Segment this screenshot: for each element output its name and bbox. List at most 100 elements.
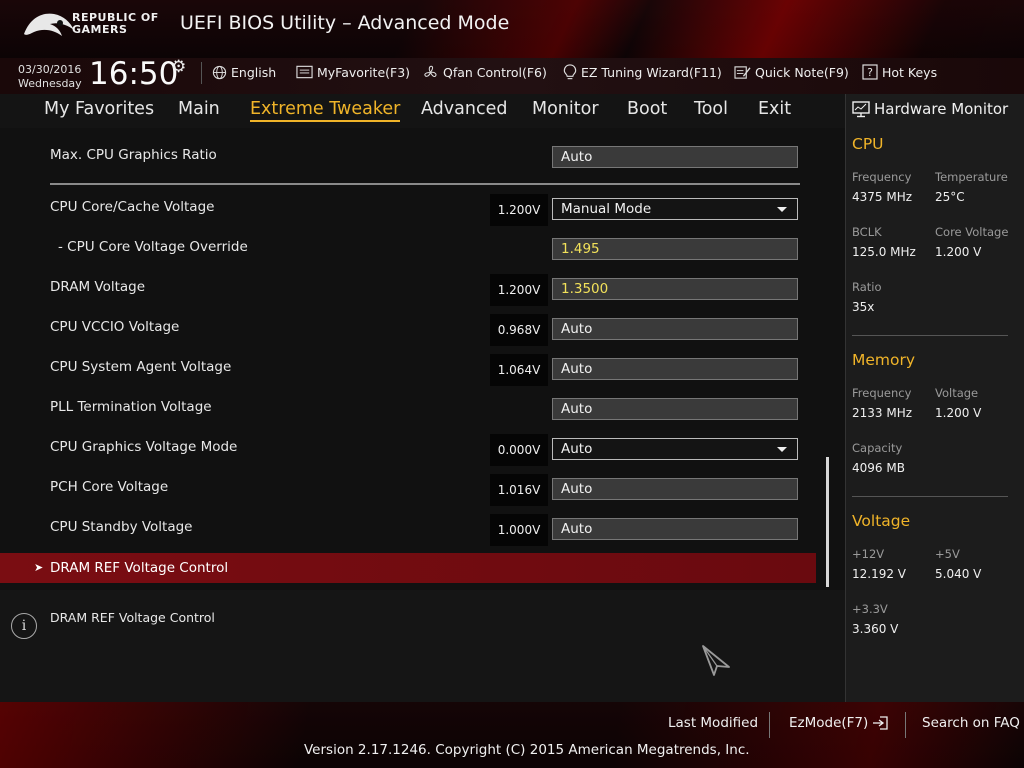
separator [201, 62, 202, 84]
brand-line-2: GAMERS [72, 23, 128, 36]
my-favorite-button[interactable]: MyFavorite(F3) [296, 63, 410, 81]
qfan-control-button[interactable]: Qfan Control(F6) [422, 63, 547, 81]
hw-separator [852, 496, 1008, 497]
clock-display: 16:50 [89, 56, 179, 92]
dram-voltage-input[interactable]: 1.3500 [552, 278, 798, 300]
setting-label-pll-termination-voltage: PLL Termination Voltage [50, 399, 212, 415]
qfan-label: Qfan Control(F6) [443, 64, 547, 80]
dropdown-selected-value: Auto [561, 441, 593, 457]
cpu-standby-voltage-reading: 1.000V [490, 514, 548, 546]
tab-monitor[interactable]: Monitor [532, 99, 599, 119]
globe-icon [212, 65, 227, 79]
chevron-down-icon [777, 447, 787, 452]
cpu-vccio-voltage-reading: 0.968V [490, 314, 548, 346]
ez-mode-label: EzMode(F7) [789, 715, 869, 731]
ez-tuning-wizard-button[interactable]: EZ Tuning Wizard(F11) [563, 63, 722, 81]
favorite-list-icon [296, 65, 313, 79]
hot-keys-label: Hot Keys [882, 64, 938, 80]
info-icon: i [11, 613, 37, 639]
settings-scrollbar[interactable] [826, 457, 829, 587]
cpu-vccio-voltage-field[interactable]: Auto [552, 318, 798, 340]
ez-mode-button[interactable]: EzMode(F7) [789, 715, 889, 731]
search-faq-button[interactable]: Search on FAQ [922, 715, 1020, 731]
pch-core-voltage-reading: 1.016V [490, 474, 548, 506]
hw-memory-voltage-value: 1.200 V [935, 406, 982, 420]
tab-my-favorites[interactable]: My Favorites [44, 99, 154, 119]
setting-label-cpu-system-agent-voltage: CPU System Agent Voltage [50, 359, 232, 375]
hw-cpu-core-voltage-value: 1.200 V [935, 245, 982, 259]
title-bar [0, 0, 1024, 58]
cpu-graphics-voltage-reading: 0.000V [490, 434, 548, 466]
last-modified-button[interactable]: Last Modified [668, 715, 758, 731]
note-pencil-icon [734, 65, 751, 79]
setting-label-dram-voltage: DRAM Voltage [50, 279, 146, 295]
hw-cpu-temperature-label: Temperature [935, 170, 1008, 184]
ez-tuning-label: EZ Tuning Wizard(F11) [581, 64, 722, 80]
hw-5v-value: 5.040 V [935, 567, 982, 581]
my-favorite-label: MyFavorite(F3) [317, 64, 411, 80]
footer-separator [769, 712, 770, 738]
max-cpu-graphics-ratio-field[interactable]: Auto [552, 146, 798, 168]
cpu-standby-voltage-field[interactable]: Auto [552, 518, 798, 540]
cpu-core-voltage-override-input[interactable]: 1.495 [552, 238, 798, 260]
weekday-display: Wednesday [18, 77, 82, 90]
hw-cpu-frequency-label: Frequency [852, 170, 912, 184]
hot-keys-button[interactable]: ? Hot Keys [862, 63, 937, 81]
hw-separator [852, 335, 1008, 336]
pch-core-voltage-field[interactable]: Auto [552, 478, 798, 500]
setting-label-pch-core-voltage: PCH Core Voltage [50, 479, 169, 495]
cpu-graphics-voltage-mode-dropdown[interactable]: Auto [552, 438, 798, 460]
hw-voltage-heading: Voltage [852, 512, 911, 530]
setting-label-cpu-vccio-voltage: CPU VCCIO Voltage [50, 319, 180, 335]
hw-cpu-frequency-value: 4375 MHz [852, 190, 913, 204]
app-title: UEFI BIOS Utility – Advanced Mode [180, 12, 510, 34]
hw-cpu-bclk-label: BCLK [852, 225, 882, 239]
tab-main[interactable]: Main [178, 99, 220, 119]
hw-5v-label: +5V [935, 547, 960, 561]
hardware-monitor-title: Hardware Monitor [874, 100, 1009, 118]
hardware-monitor-header: Hardware Monitor [852, 100, 1008, 118]
footer-bar [0, 702, 1024, 768]
section-divider [50, 183, 800, 185]
fan-icon [424, 65, 437, 77]
quick-note-label: Quick Note(F9) [755, 64, 849, 80]
tab-advanced[interactable]: Advanced [421, 99, 507, 119]
quick-note-button[interactable]: Quick Note(F9) [734, 63, 849, 81]
cpu-system-agent-voltage-field[interactable]: Auto [552, 358, 798, 380]
hw-cpu-heading: CPU [852, 135, 884, 153]
language-button[interactable]: English [212, 63, 276, 81]
footer-separator [905, 712, 906, 738]
lightbulb-icon [563, 63, 577, 79]
hw-memory-capacity-label: Capacity [852, 441, 903, 455]
hw-cpu-core-voltage-label: Core Voltage [935, 225, 1009, 239]
svg-text:?: ? [867, 66, 873, 79]
date-display: 03/30/2016 [18, 63, 82, 76]
setting-label-cpu-core-cache-voltage: CPU Core/Cache Voltage [50, 199, 215, 215]
hw-memory-frequency-value: 2133 MHz [852, 406, 913, 420]
help-question-icon: ? [862, 64, 878, 80]
hw-cpu-ratio-label: Ratio [852, 280, 882, 294]
monitor-icon [852, 100, 870, 117]
setting-label-max-cpu-graphics-ratio: Max. CPU Graphics Ratio [50, 147, 217, 163]
hw-3v3-value: 3.360 V [852, 622, 899, 636]
setting-label-cpu-graphics-voltage-mode: CPU Graphics Voltage Mode [50, 439, 238, 455]
hw-cpu-temperature-value: 25°C [935, 190, 965, 204]
clock-settings-gear-icon[interactable]: ⚙ [171, 57, 186, 77]
setting-label-cpu-standby-voltage: CPU Standby Voltage [50, 519, 193, 535]
hw-3v3-label: +3.3V [852, 602, 888, 616]
hw-cpu-bclk-value: 125.0 MHz [852, 245, 916, 259]
tab-exit[interactable]: Exit [758, 99, 791, 119]
pll-termination-voltage-field[interactable]: Auto [552, 398, 798, 420]
tab-tool[interactable]: Tool [694, 99, 728, 119]
cpu-core-cache-voltage-dropdown[interactable]: Manual Mode [552, 198, 798, 220]
hw-cpu-ratio-value: 35x [852, 300, 875, 314]
hw-memory-capacity-value: 4096 MB [852, 461, 905, 475]
submenu-arrow-icon: ➤ [34, 561, 44, 574]
hw-memory-voltage-label: Voltage [935, 386, 979, 400]
tab-extreme-tweaker[interactable]: Extreme Tweaker [250, 99, 401, 122]
hw-memory-heading: Memory [852, 351, 916, 369]
copyright-text: Version 2.17.1246. Copyright (C) 2015 Am… [304, 742, 750, 758]
dram-voltage-reading: 1.200V [490, 274, 548, 306]
tab-boot[interactable]: Boot [627, 99, 667, 119]
mouse-cursor-icon [702, 645, 730, 676]
